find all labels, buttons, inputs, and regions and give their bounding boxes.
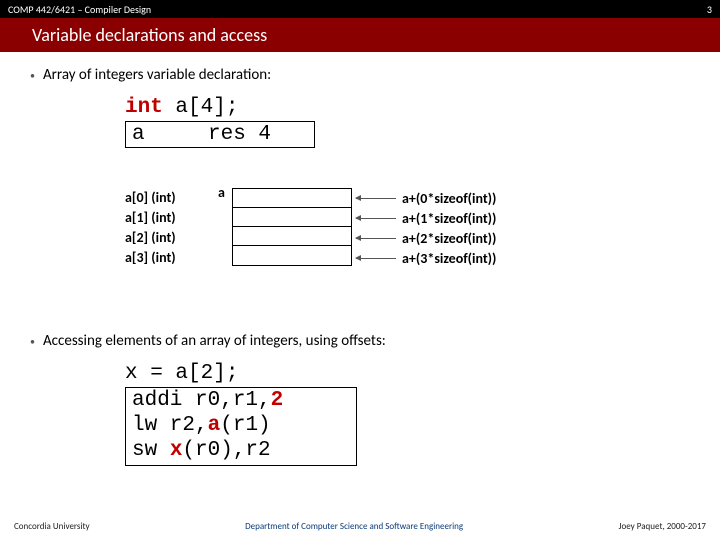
- bullet-dot-icon: •: [30, 66, 35, 86]
- asm-line-2: lw r2,a(r1): [132, 413, 350, 438]
- res-name: a: [126, 122, 188, 147]
- asm-text: lw r2,: [132, 414, 208, 437]
- memory-block: [232, 188, 352, 266]
- arrow-row: a+(0*sizeof(int)): [356, 188, 496, 208]
- diagram-arrows: a+(0*sizeof(int)) a+(1*sizeof(int)) a+(2…: [356, 188, 496, 268]
- asm-text: (r1): [220, 414, 270, 437]
- res-code: res 4: [188, 122, 314, 147]
- offset-3: a+(3*sizeof(int)): [402, 250, 496, 267]
- header-bar: COMP 442/6421 – Compiler Design 3: [0, 0, 720, 18]
- memory-diagram: a[0] (int) a[1] (int) a[2] (int) a[3] (i…: [30, 182, 720, 286]
- arr-idx-2: a[2] (int): [125, 228, 176, 248]
- asm-line-1: addi r0,r1,2: [132, 388, 350, 413]
- offset-0: a+(0*sizeof(int)): [402, 190, 496, 207]
- res-directive-row: a res 4: [125, 121, 315, 148]
- bullet-text-2: Accessing elements of an array of intege…: [43, 332, 386, 350]
- page-number: 3: [707, 3, 712, 16]
- section-access: • Accessing elements of an array of inte…: [30, 332, 720, 466]
- arrow-row: a+(1*sizeof(int)): [356, 208, 496, 228]
- footer-mid: Department of Computer Science and Softw…: [245, 521, 463, 532]
- slide-title-bar: Variable declarations and access: [0, 18, 720, 52]
- footer-right: Joey Paquet, 2000-2017: [619, 521, 706, 532]
- bullet-text-1: Array of integers variable declaration:: [43, 66, 271, 84]
- asm-symbol-x: x: [170, 439, 183, 462]
- arrow-row: a+(2*sizeof(int)): [356, 228, 496, 248]
- asm-text: sw: [132, 439, 170, 462]
- footer: Concordia University Department of Compu…: [0, 521, 720, 532]
- footer-left: Concordia University: [14, 521, 90, 532]
- arrow-left-icon: [356, 238, 396, 239]
- asm-line-3: sw x(r0),r2: [132, 438, 350, 463]
- asm-text: addi r0,r1,: [132, 389, 271, 412]
- arr-idx-0: a[0] (int): [125, 188, 176, 208]
- code-line-src: x = a[2];: [125, 362, 720, 385]
- arrow-left-icon: [356, 218, 396, 219]
- bullet-array-decl: • Array of integers variable declaration…: [30, 66, 720, 86]
- asm-text: (r0),r2: [182, 439, 270, 462]
- arrow-row: a+(3*sizeof(int)): [356, 248, 496, 268]
- mem-cell: [233, 246, 351, 265]
- code-access-block: x = a[2]; addi r0,r1,2 lw r2,a(r1) sw x(…: [125, 362, 720, 466]
- offset-1: a+(1*sizeof(int)): [402, 210, 496, 227]
- bullet-dot-icon: •: [30, 332, 35, 352]
- arrow-left-icon: [356, 198, 396, 199]
- diagram-left-labels: a[0] (int) a[1] (int) a[2] (int) a[3] (i…: [125, 188, 176, 268]
- decl-rest: a[4];: [163, 96, 239, 119]
- asm-literal: 2: [271, 389, 284, 412]
- asm-box: addi r0,r1,2 lw r2,a(r1) sw x(r0),r2: [125, 387, 357, 466]
- slide: COMP 442/6421 – Compiler Design 3 Variab…: [0, 0, 720, 540]
- arr-idx-3: a[3] (int): [125, 248, 176, 268]
- asm-symbol-a: a: [208, 414, 221, 437]
- keyword-int: int: [125, 96, 163, 119]
- mem-cell: [233, 208, 351, 227]
- course-code: COMP 442/6421 – Compiler Design: [8, 3, 151, 16]
- arrow-left-icon: [356, 258, 396, 259]
- slide-body: • Array of integers variable declaration…: [0, 52, 720, 540]
- arr-idx-1: a[1] (int): [125, 208, 176, 228]
- offset-2: a+(2*sizeof(int)): [402, 230, 496, 247]
- code-declaration: int a[4];: [125, 96, 720, 119]
- diagram-a-label: a: [218, 184, 225, 201]
- bullet-access: • Accessing elements of an array of inte…: [30, 332, 720, 352]
- mem-cell: [233, 227, 351, 246]
- slide-title: Variable declarations and access: [32, 24, 267, 46]
- mem-cell: [233, 189, 351, 208]
